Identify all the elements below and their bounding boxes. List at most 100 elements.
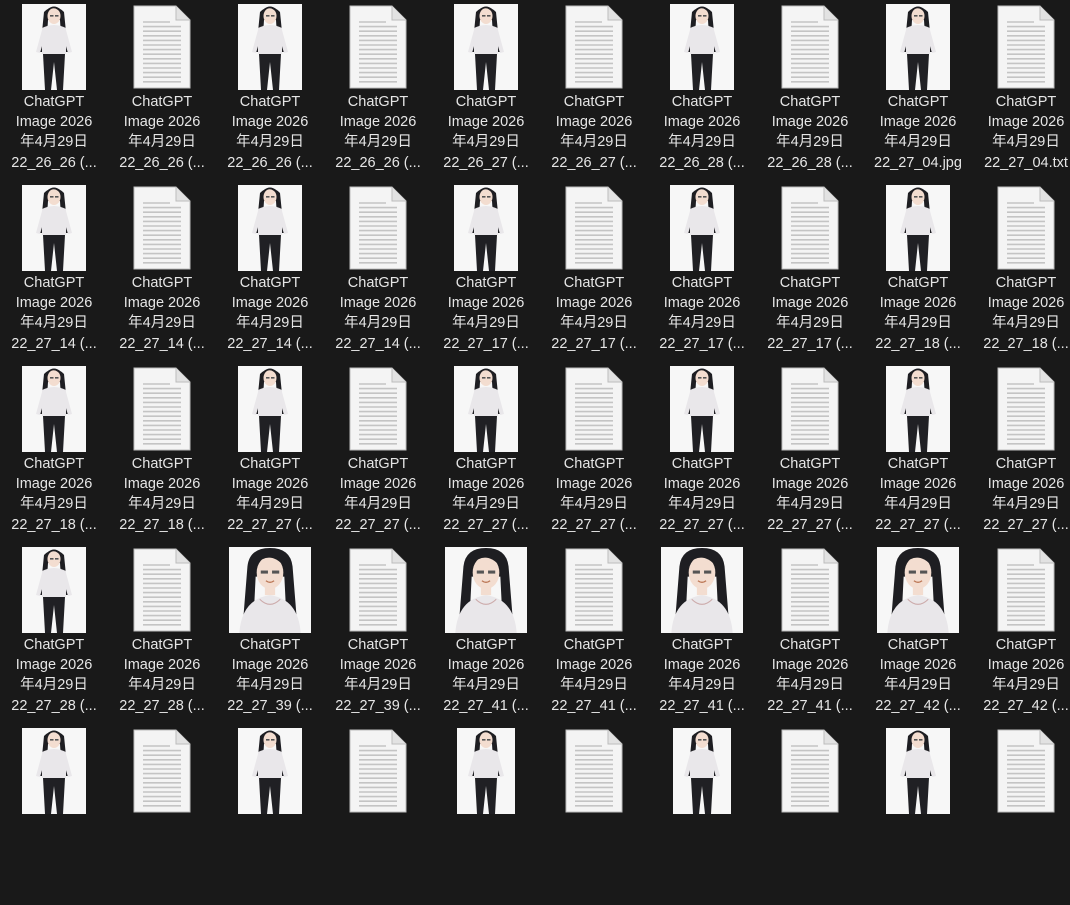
file-name-line: 22_27_27 (... xyxy=(227,516,313,533)
file-name-line: 22_27_14 (... xyxy=(335,335,421,352)
file-item-image[interactable]: ChatGPT Image 2026 年4月29日 22_27_14 (... xyxy=(0,181,108,362)
file-item-image[interactable]: ChatGPT Image 2026 年4月29日 22_27_39 (... xyxy=(216,543,324,724)
file-name-line: Image 2026 xyxy=(231,657,309,674)
file-item-text[interactable]: ChatGPT Image 2026 年4月29日 22_27_18 (... xyxy=(972,181,1070,362)
file-name-line: ChatGPT xyxy=(239,637,301,653)
file-name-line: ChatGPT xyxy=(887,275,949,291)
file-item-text[interactable] xyxy=(324,724,432,905)
file-name-line: Image 2026 xyxy=(339,295,417,312)
file-thumbnail xyxy=(756,4,864,92)
file-item-text[interactable]: ChatGPT Image 2026 年4月29日 22_27_27 (... xyxy=(756,362,864,543)
file-item-image[interactable] xyxy=(648,724,756,905)
file-name-label: ChatGPT Image 2026 年4月29日 22_27_27 (... xyxy=(216,454,324,535)
file-item-text[interactable]: ChatGPT Image 2026 年4月29日 22_27_27 (... xyxy=(540,362,648,543)
file-item-image[interactable]: ChatGPT Image 2026 年4月29日 22_27_18 (... xyxy=(0,362,108,543)
file-item-image[interactable] xyxy=(432,724,540,905)
file-item-image[interactable] xyxy=(0,724,108,905)
file-item-text[interactable]: ChatGPT Image 2026 年4月29日 22_26_26 (... xyxy=(324,0,432,181)
file-name-line: 年4月29日 xyxy=(236,677,304,694)
file-item-text[interactable]: ChatGPT Image 2026 年4月29日 22_27_17 (... xyxy=(540,181,648,362)
file-name-line: Image 2026 xyxy=(771,657,849,674)
file-item-text[interactable]: ChatGPT Image 2026 年4月29日 22_27_14 (... xyxy=(324,181,432,362)
file-name-line: 22_27_27 (... xyxy=(443,516,529,533)
file-item-text[interactable]: ChatGPT Image 2026 年4月29日 22_27_41 (... xyxy=(756,543,864,724)
file-thumbnail xyxy=(0,366,108,454)
file-name-label: ChatGPT Image 2026 年4月29日 22_27_41 (... xyxy=(756,635,864,716)
file-name-line: 22_27_41 (... xyxy=(659,697,745,714)
file-item-image[interactable]: ChatGPT Image 2026 年4月29日 22_27_42 (... xyxy=(864,543,972,724)
file-item-image[interactable]: ChatGPT Image 2026 年4月29日 22_27_27 (... xyxy=(432,362,540,543)
file-thumbnail xyxy=(432,185,540,273)
file-name-line: 22_26_27 (... xyxy=(551,154,637,171)
file-item-text[interactable]: ChatGPT Image 2026 年4月29日 22_27_28 (... xyxy=(108,543,216,724)
file-name-line: Image 2026 xyxy=(771,476,849,493)
file-name-line: 年4月29日 xyxy=(20,677,88,694)
file-name-line: ChatGPT xyxy=(779,275,841,291)
file-name-line: 年4月29日 xyxy=(992,496,1060,513)
text-file-icon xyxy=(130,185,194,271)
file-item-image[interactable]: ChatGPT Image 2026 年4月29日 22_27_27 (... xyxy=(216,362,324,543)
file-name-line: Image 2026 xyxy=(771,295,849,312)
file-item-text[interactable]: ChatGPT Image 2026 年4月29日 22_27_17 (... xyxy=(756,181,864,362)
file-name-label: ChatGPT Image 2026 年4月29日 22_26_28 (... xyxy=(756,92,864,173)
file-name-line: 22_27_18 (... xyxy=(11,516,97,533)
file-item-text[interactable]: ChatGPT Image 2026 年4月29日 22_27_27 (... xyxy=(972,362,1070,543)
file-item-text[interactable]: ChatGPT Image 2026 年4月29日 22_27_18 (... xyxy=(108,362,216,543)
file-thumbnail xyxy=(540,366,648,454)
file-item-text[interactable] xyxy=(540,724,648,905)
file-name-line: 22_27_04.txt xyxy=(984,154,1068,171)
file-item-text[interactable]: ChatGPT Image 2026 年4月29日 22_27_14 (... xyxy=(108,181,216,362)
file-item-text[interactable]: ChatGPT Image 2026 年4月29日 22_27_04.txt xyxy=(972,0,1070,181)
file-name-label: ChatGPT Image 2026 年4月29日 22_27_27 (... xyxy=(864,454,972,535)
file-item-image[interactable]: ChatGPT Image 2026 年4月29日 22_27_04.jpg xyxy=(864,0,972,181)
file-item-text[interactable]: ChatGPT Image 2026 年4月29日 22_27_39 (... xyxy=(324,543,432,724)
file-item-image[interactable]: ChatGPT Image 2026 年4月29日 22_27_27 (... xyxy=(864,362,972,543)
file-item-image[interactable]: ChatGPT Image 2026 年4月29日 22_27_18 (... xyxy=(864,181,972,362)
file-thumbnail xyxy=(864,728,972,816)
file-item-text[interactable] xyxy=(972,724,1070,905)
file-item-image[interactable]: ChatGPT Image 2026 年4月29日 22_27_17 (... xyxy=(432,181,540,362)
file-item-text[interactable] xyxy=(756,724,864,905)
file-item-text[interactable]: ChatGPT Image 2026 年4月29日 22_27_41 (... xyxy=(540,543,648,724)
file-item-image[interactable]: ChatGPT Image 2026 年4月29日 22_26_26 (... xyxy=(216,0,324,181)
file-item-image[interactable]: ChatGPT Image 2026 年4月29日 22_26_26 (... xyxy=(0,0,108,181)
file-item-image[interactable]: ChatGPT Image 2026 年4月29日 22_27_27 (... xyxy=(648,362,756,543)
file-item-image[interactable]: ChatGPT Image 2026 年4月29日 22_26_28 (... xyxy=(648,0,756,181)
image-thumbnail-icon xyxy=(238,185,302,271)
file-name-label: ChatGPT Image 2026 年4月29日 22_27_14 (... xyxy=(324,273,432,354)
file-item-image[interactable] xyxy=(216,724,324,905)
file-name-line: Image 2026 xyxy=(987,114,1065,131)
file-item-text[interactable]: ChatGPT Image 2026 年4月29日 22_26_27 (... xyxy=(540,0,648,181)
file-item-image[interactable]: ChatGPT Image 2026 年4月29日 22_27_41 (... xyxy=(432,543,540,724)
file-item-image[interactable]: ChatGPT Image 2026 年4月29日 22_27_28 (... xyxy=(0,543,108,724)
file-item-image[interactable]: ChatGPT Image 2026 年4月29日 22_27_14 (... xyxy=(216,181,324,362)
file-item-text[interactable]: ChatGPT Image 2026 年4月29日 22_26_28 (... xyxy=(756,0,864,181)
file-item-text[interactable]: ChatGPT Image 2026 年4月29日 22_26_26 (... xyxy=(108,0,216,181)
file-thumbnail xyxy=(108,4,216,92)
image-thumbnail-icon xyxy=(886,366,950,452)
file-item-text[interactable]: ChatGPT Image 2026 年4月29日 22_27_27 (... xyxy=(324,362,432,543)
file-item-image[interactable]: ChatGPT Image 2026 年4月29日 22_27_17 (... xyxy=(648,181,756,362)
file-name-line: 22_26_26 (... xyxy=(119,154,205,171)
file-name-line: 22_27_27 (... xyxy=(767,516,853,533)
file-name-line: ChatGPT xyxy=(563,456,625,472)
file-item-image[interactable] xyxy=(864,724,972,905)
image-thumbnail-icon xyxy=(22,547,86,633)
file-name-line: 年4月29日 xyxy=(776,134,844,151)
file-name-line: Image 2026 xyxy=(879,476,957,493)
file-name-line: 22_27_27 (... xyxy=(659,516,745,533)
file-name-line: 年4月29日 xyxy=(776,496,844,513)
file-thumbnail xyxy=(324,366,432,454)
file-name-line: 22_27_41 (... xyxy=(443,697,529,714)
file-name-line: 年4月29日 xyxy=(668,315,736,332)
file-name-line: Image 2026 xyxy=(339,476,417,493)
file-item-text[interactable] xyxy=(108,724,216,905)
file-item-text[interactable]: ChatGPT Image 2026 年4月29日 22_27_42 (... xyxy=(972,543,1070,724)
file-grid: ChatGPT Image 2026 年4月29日 22_26_26 (... Cha… xyxy=(0,0,1070,814)
file-name-line: ChatGPT xyxy=(455,94,517,110)
file-item-image[interactable]: ChatGPT Image 2026 年4月29日 22_27_41 (... xyxy=(648,543,756,724)
file-name-line: 22_27_04.jpg xyxy=(874,154,962,171)
file-name-line: 22_27_17 (... xyxy=(551,335,637,352)
text-file-icon xyxy=(778,728,842,814)
file-item-image[interactable]: ChatGPT Image 2026 年4月29日 22_26_27 (... xyxy=(432,0,540,181)
